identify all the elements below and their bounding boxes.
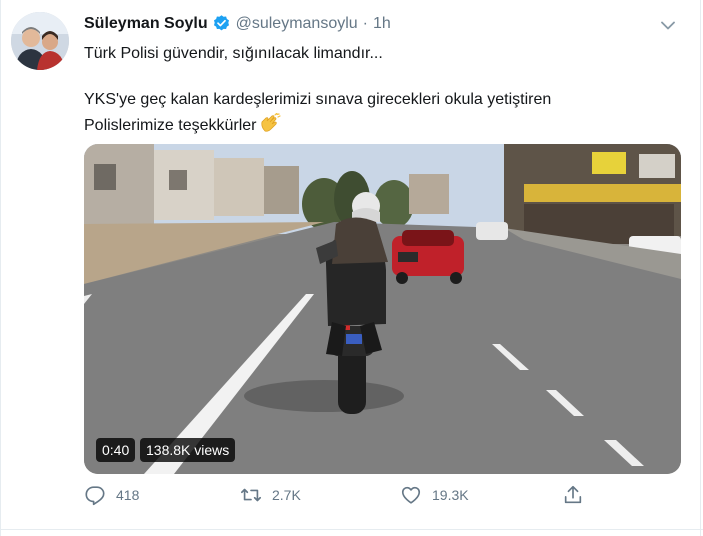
tweet-card[interactable]: Süleyman Soylu @suleymansoylu · 1h Türk … xyxy=(0,0,703,536)
share-button[interactable] xyxy=(562,484,584,506)
verified-badge-icon xyxy=(212,14,231,33)
reply-button[interactable]: 418 xyxy=(84,484,139,506)
tweet-actions: 418 2.7K 19.3K xyxy=(84,484,604,510)
share-icon xyxy=(564,485,582,504)
video-views-badge: 138.8K views xyxy=(140,438,236,462)
card-border-right xyxy=(700,0,701,536)
video-duration-badge: 0:40 xyxy=(96,438,136,462)
timestamp[interactable]: 1h xyxy=(373,15,391,33)
tweet-text-line-3: Polislerimize teşekkürler xyxy=(84,112,281,138)
retweet-icon xyxy=(241,488,261,502)
clapping-hands-emoji-icon xyxy=(259,112,281,138)
reply-icon xyxy=(85,486,105,506)
video-frame xyxy=(84,144,681,474)
tweet-text-line-2: YKS'ye geç kalan kardeşlerimizi sınava g… xyxy=(84,91,552,108)
tweet-header: Süleyman Soylu @suleymansoylu · 1h xyxy=(84,14,391,33)
chevron-down-icon[interactable] xyxy=(657,14,679,36)
display-name[interactable]: Süleyman Soylu xyxy=(84,15,208,33)
separator-dot: · xyxy=(362,14,368,32)
heart-icon xyxy=(401,486,421,504)
handle[interactable]: @suleymansoylu xyxy=(236,15,358,33)
retweet-button[interactable]: 2.7K xyxy=(240,484,301,506)
reply-count: 418 xyxy=(116,487,140,503)
card-border-bottom xyxy=(0,529,703,530)
tweet-text-line-1: Türk Polisi güvendir, sığınılacak limand… xyxy=(84,45,383,62)
tweet-text-line-3-text: Polislerimize teşekkürler xyxy=(84,117,257,134)
video-player[interactable] xyxy=(84,144,681,474)
like-count: 19.3K xyxy=(432,487,469,503)
avatar[interactable] xyxy=(11,12,69,70)
retweet-count: 2.7K xyxy=(272,487,301,503)
card-border-left xyxy=(0,0,1,536)
like-button[interactable]: 19.3K xyxy=(400,484,469,506)
